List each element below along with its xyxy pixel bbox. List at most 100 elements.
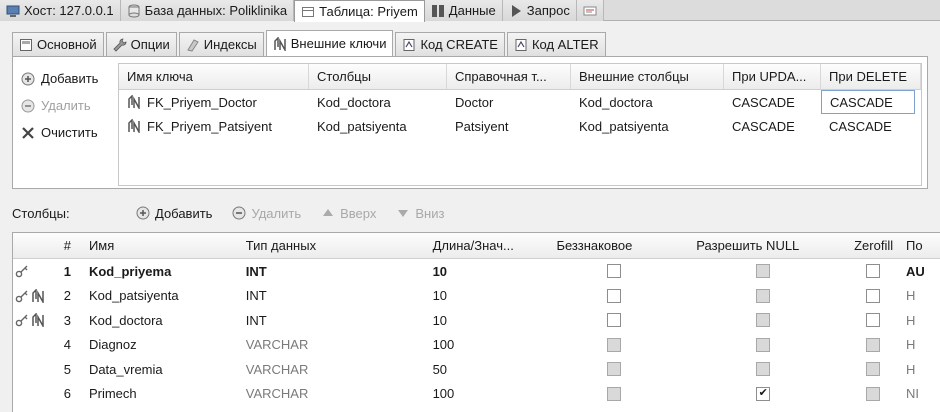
unsigned-checkbox[interactable] xyxy=(607,313,622,328)
zerofill-checkbox[interactable] xyxy=(866,264,881,279)
column-type[interactable]: INT xyxy=(236,308,423,333)
column-length[interactable]: 100 xyxy=(423,382,543,407)
remove-circle-icon xyxy=(232,206,246,220)
column-name[interactable]: Data_vremia xyxy=(79,357,236,382)
database-icon xyxy=(128,4,140,17)
column-type[interactable]: VARCHAR xyxy=(236,333,423,358)
fk-header-ref-table[interactable]: Справочная т... xyxy=(447,64,571,89)
fk-header-key-name[interactable]: Имя ключа xyxy=(119,64,309,89)
column-type[interactable]: VARCHAR xyxy=(236,357,423,382)
tab-options[interactable]: Опции xyxy=(105,32,177,56)
zerofill-checkbox[interactable] xyxy=(866,313,881,328)
tab-query-extra[interactable] xyxy=(576,0,604,21)
fk-header-columns[interactable]: Столбцы xyxy=(309,64,447,89)
column-up-label: Вверх xyxy=(340,205,377,221)
column-up-button[interactable]: Вверх xyxy=(321,206,376,221)
column-remove-button[interactable]: Удалить xyxy=(232,206,301,221)
column-add-label: Добавить xyxy=(155,205,213,221)
zerofill-checkbox[interactable] xyxy=(866,362,881,377)
column-num: 1 xyxy=(63,263,71,279)
zerofill-checkbox[interactable] xyxy=(866,386,881,401)
allow-null-checkbox[interactable] xyxy=(756,264,771,279)
primary-key-icon xyxy=(15,290,28,303)
header-zerofill[interactable]: Zerofill xyxy=(840,233,902,258)
table-row[interactable]: 5 Data_vremia VARCHAR 50 Н xyxy=(13,357,940,382)
column-default[interactable]: NI xyxy=(902,382,940,407)
fk-clear-button[interactable]: Очистить xyxy=(21,119,121,146)
tab-query[interactable]: Запрос xyxy=(502,0,577,21)
column-length[interactable]: 10 xyxy=(423,308,543,333)
tab-alter-code[interactable]: Код ALTER xyxy=(506,32,606,56)
allow-null-checkbox[interactable] xyxy=(756,337,771,352)
fk-on-update: CASCADE xyxy=(732,94,795,110)
fk-on-delete[interactable]: CASCADE xyxy=(821,90,915,114)
header-length[interactable]: Длина/Знач... xyxy=(423,233,543,258)
unsigned-checkbox[interactable] xyxy=(607,337,622,352)
column-length[interactable]: 100 xyxy=(423,333,543,358)
tab-host[interactable]: Хост: 127.0.0.1 xyxy=(0,0,121,21)
header-num[interactable]: # xyxy=(53,233,79,258)
fk-header-on-update[interactable]: При UPDA... xyxy=(724,64,821,89)
zerofill-checkbox[interactable] xyxy=(866,337,881,352)
header-name[interactable]: Имя xyxy=(79,233,236,258)
fk-foreign-columns: Kod_patsiyenta xyxy=(579,118,669,134)
tab-table[interactable]: Таблица: Priyem xyxy=(294,0,425,22)
tab-basic[interactable]: Основной xyxy=(12,32,104,56)
table-row[interactable]: FK_Priyem_Doctor Kod_doctora Doctor Kod_… xyxy=(119,90,921,114)
allow-null-checkbox[interactable] xyxy=(756,362,771,377)
header-type[interactable]: Тип данных xyxy=(236,233,423,258)
column-add-button[interactable]: Добавить xyxy=(136,206,212,221)
table-row[interactable]: 6 Primech VARCHAR 100 ✔ NI xyxy=(13,382,940,407)
unsigned-checkbox[interactable] xyxy=(607,288,622,303)
column-default[interactable]: Н xyxy=(902,357,940,382)
header-allow-null[interactable]: Разрешить NULL xyxy=(682,233,840,258)
table-editor-tabs: Основной Опции Индексы Внешние ключи Код… xyxy=(12,30,608,56)
column-length[interactable]: 50 xyxy=(423,357,543,382)
column-num: 5 xyxy=(63,361,71,377)
column-name[interactable]: Kod_patsiyenta xyxy=(79,284,236,309)
table-row[interactable]: 2 Kod_patsiyenta INT 10 Н xyxy=(13,284,940,309)
tab-data[interactable]: Данные xyxy=(424,0,503,21)
column-default[interactable]: AU xyxy=(902,259,940,284)
allow-null-checkbox[interactable]: ✔ xyxy=(756,386,771,401)
unsigned-checkbox[interactable] xyxy=(607,264,622,279)
fk-grid-header: Имя ключа Столбцы Справочная т... Внешни… xyxy=(119,64,921,90)
allow-null-checkbox[interactable] xyxy=(756,313,771,328)
column-name[interactable]: Primech xyxy=(79,382,236,407)
fk-header-on-delete[interactable]: При DELETE xyxy=(821,64,921,89)
column-type[interactable]: INT xyxy=(236,259,423,284)
allow-null-checkbox[interactable] xyxy=(756,288,771,303)
tab-foreign-keys[interactable]: Внешние ключи xyxy=(265,30,394,56)
foreign-keys-grid: Имя ключа Столбцы Справочная т... Внешни… xyxy=(118,63,922,186)
foreign-keys-panel: Добавить Удалить Очистить Имя ключа Стол… xyxy=(12,56,928,189)
column-type[interactable]: INT xyxy=(236,284,423,309)
tab-indexes[interactable]: Индексы xyxy=(178,32,264,56)
fk-header-foreign-columns[interactable]: Внешние столбцы xyxy=(571,64,724,89)
header-default[interactable]: По xyxy=(902,233,940,258)
column-default[interactable]: Н xyxy=(902,284,940,309)
column-down-button[interactable]: Вниз xyxy=(396,206,444,221)
column-name[interactable]: Kod_doctora xyxy=(79,308,236,333)
tab-foreign-keys-label: Внешние ключи xyxy=(290,36,387,51)
zerofill-checkbox[interactable] xyxy=(866,288,881,303)
column-length[interactable]: 10 xyxy=(423,259,543,284)
table-row[interactable]: 4 Diagnoz VARCHAR 100 Н xyxy=(13,333,940,358)
column-default[interactable]: Н xyxy=(902,333,940,358)
unsigned-checkbox[interactable] xyxy=(607,386,622,401)
fk-add-button[interactable]: Добавить xyxy=(21,65,121,92)
column-name[interactable]: Kod_priyema xyxy=(79,259,236,284)
column-type[interactable]: VARCHAR xyxy=(236,382,423,407)
table-row[interactable]: 3 Kod_doctora INT 10 Н xyxy=(13,308,940,333)
columns-grid-header: # Имя Тип данных Длина/Знач... Беззнаков… xyxy=(13,233,940,259)
tab-create-code[interactable]: Код CREATE xyxy=(395,32,505,56)
tab-database[interactable]: База данных: Poliklinika xyxy=(120,0,295,21)
fk-clear-label: Очистить xyxy=(41,125,98,140)
column-default[interactable]: Н xyxy=(902,308,940,333)
table-row[interactable]: 1 Kod_priyema INT 10 AU xyxy=(13,259,940,284)
fk-remove-button[interactable]: Удалить xyxy=(21,92,121,119)
column-name[interactable]: Diagnoz xyxy=(79,333,236,358)
header-unsigned[interactable]: Беззнаковое xyxy=(542,233,682,258)
column-length[interactable]: 10 xyxy=(423,284,543,309)
table-row[interactable]: FK_Priyem_Patsiyent Kod_patsiyenta Patsi… xyxy=(119,114,921,138)
unsigned-checkbox[interactable] xyxy=(607,362,622,377)
